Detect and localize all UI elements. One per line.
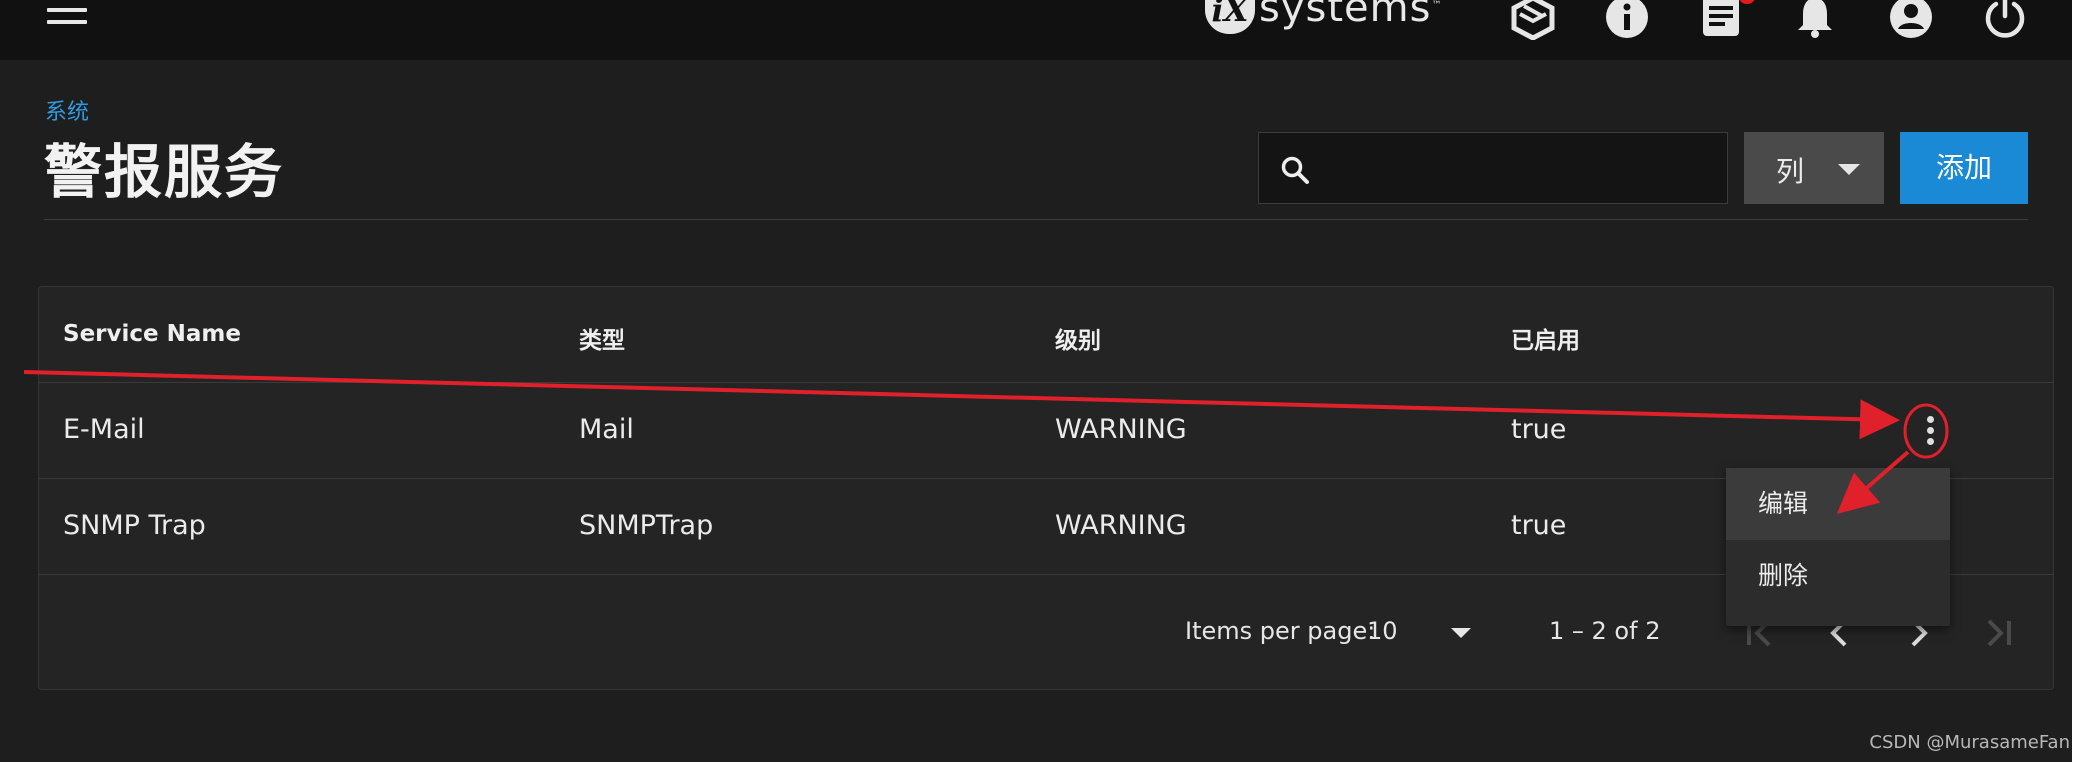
page-range-label: 1 – 2 of 2	[1549, 617, 1661, 645]
column-header-type[interactable]: 类型	[579, 321, 625, 355]
bell-icon[interactable]	[1792, 0, 1838, 40]
cell-enabled: true	[1511, 414, 1567, 445]
cell-service-name: SNMP Trap	[63, 510, 206, 541]
watermark: CSDN @MurasameFan	[1869, 732, 2070, 753]
breadcrumb[interactable]: 系统	[45, 94, 89, 126]
add-button[interactable]: 添加	[1900, 132, 2028, 204]
cell-type: Mail	[579, 414, 634, 445]
column-header-service-name[interactable]: Service Name	[63, 321, 241, 347]
row-actions-menu: 编辑 删除	[1726, 468, 1950, 626]
ixsystems-logo: iX systems ™	[1205, 0, 1441, 44]
top-toolbar: iX systems ™	[0, 0, 2082, 60]
account-icon[interactable]	[1888, 0, 1934, 40]
columns-button-label: 列	[1776, 155, 1805, 188]
search-field[interactable]	[1258, 132, 1728, 204]
logo-badge: iX	[1205, 0, 1255, 34]
info-icon[interactable]	[1604, 0, 1650, 40]
items-per-page-select[interactable]: 10	[1367, 617, 1398, 645]
task-list-icon[interactable]	[1698, 0, 1744, 40]
table-row[interactable]: E-Mail Mail WARNING true	[39, 383, 2053, 479]
more-vert-icon[interactable]	[1909, 408, 1951, 454]
logo-text: systems	[1259, 0, 1432, 31]
items-per-page-label: Items per page:	[1185, 617, 1376, 645]
truecommand-icon[interactable]	[1510, 0, 1556, 40]
search-input[interactable]	[1329, 143, 1709, 195]
page-title: 警报服务	[44, 138, 285, 206]
chevron-down-icon	[1838, 164, 1860, 175]
power-icon[interactable]	[1982, 0, 2028, 40]
menu-icon[interactable]	[47, 0, 89, 28]
column-header-enabled[interactable]: 已启用	[1511, 321, 1580, 355]
menu-item-edit[interactable]: 编辑	[1726, 468, 1950, 540]
logo-tm: ™	[1431, 0, 1442, 11]
column-header-level[interactable]: 级别	[1055, 321, 1101, 355]
cell-enabled: true	[1511, 510, 1567, 541]
menu-item-delete[interactable]: 删除	[1726, 540, 1950, 612]
cell-type: SNMPTrap	[579, 510, 714, 541]
search-icon	[1281, 156, 1309, 184]
chevron-down-icon[interactable]	[1451, 628, 1471, 638]
screen-edge	[2072, 0, 2082, 762]
cell-service-name: E-Mail	[63, 414, 145, 445]
header-divider	[44, 219, 2028, 220]
cell-level: WARNING	[1055, 510, 1187, 541]
cell-level: WARNING	[1055, 414, 1187, 445]
last-page-icon[interactable]	[1977, 611, 2021, 655]
columns-button[interactable]: 列	[1744, 132, 1884, 204]
table-header: Service Name 类型 级别 已启用	[39, 287, 2053, 383]
